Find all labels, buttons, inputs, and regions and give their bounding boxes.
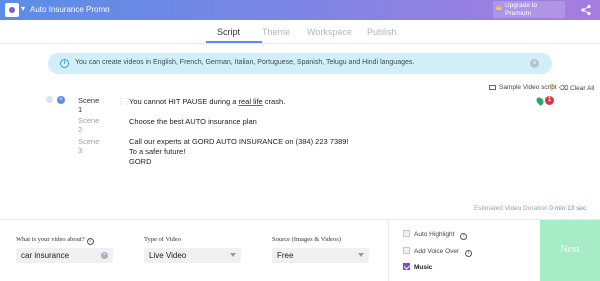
duration-label: Estimated Video Duration bbox=[474, 205, 548, 212]
source-select[interactable]: Free bbox=[272, 248, 369, 263]
next-button[interactable]: Next bbox=[540, 220, 600, 281]
scene-3-line-1[interactable]: Call our experts at GORD AUTO INSURANCE … bbox=[129, 137, 509, 147]
voice-over-option[interactable]: Add Voice Over i bbox=[403, 247, 473, 257]
video-about-label: What is your video about? i bbox=[16, 236, 94, 245]
clear-all-label: Clear All bbox=[570, 85, 595, 92]
chevron-down-icon bbox=[230, 253, 236, 257]
auto-highlight-option[interactable]: Auto Highlight i bbox=[403, 230, 468, 240]
music-checkbox[interactable] bbox=[403, 263, 410, 270]
scene-1-text[interactable]: You cannot HIT PAUSE during a real life … bbox=[129, 97, 509, 107]
sample-label: Sample Video script bbox=[499, 84, 557, 91]
upgrade-label-line2: Premium bbox=[505, 9, 532, 17]
app-logo-icon[interactable] bbox=[5, 3, 19, 17]
script-icon bbox=[489, 85, 496, 90]
top-bar: ▾ Auto Insurance Promo Upgrade to Premiu… bbox=[0, 0, 600, 20]
chevron-down-icon[interactable]: ▾ bbox=[21, 4, 25, 13]
scene-item-3[interactable]: Scene 3 bbox=[78, 137, 99, 155]
video-duration: Estimated Video Duration 0 min 13 sec bbox=[474, 205, 586, 212]
help-icon[interactable]: i bbox=[465, 250, 473, 257]
divider bbox=[0, 43, 600, 44]
scene-2-text[interactable]: Choose the best AUTO insurance plan bbox=[129, 117, 509, 127]
info-icon: i bbox=[60, 59, 69, 68]
clear-all-button[interactable]: ⌫ Clear All bbox=[559, 84, 594, 92]
location-pin-icon[interactable] bbox=[535, 96, 545, 106]
tab-script[interactable]: Script bbox=[217, 27, 240, 37]
scene-toggle-icon[interactable] bbox=[46, 96, 53, 103]
voice-over-checkbox[interactable] bbox=[403, 247, 410, 254]
crown-icon bbox=[496, 5, 502, 10]
close-icon[interactable]: × bbox=[530, 59, 539, 68]
upgrade-label-line1: Upgrade to bbox=[505, 2, 538, 9]
options-panel: Auto Highlight i Add Voice Over i Music bbox=[388, 220, 540, 281]
help-icon[interactable]: i bbox=[86, 238, 94, 245]
script-editor[interactable]: You cannot HIT PAUSE during a real life … bbox=[129, 97, 509, 167]
scene-3-line-2[interactable]: To a safer future! bbox=[129, 147, 509, 157]
sample-video-script-button[interactable]: Sample Video script bbox=[489, 84, 557, 91]
chevron-down-icon bbox=[358, 253, 364, 257]
help-icon[interactable]: i bbox=[460, 233, 468, 240]
issues-badge[interactable]: 1 bbox=[545, 96, 554, 105]
notification-dot bbox=[551, 84, 554, 87]
video-type-select[interactable]: Live Video bbox=[144, 248, 241, 263]
auto-highlight-checkbox[interactable] bbox=[403, 230, 410, 237]
video-type-label: Type of Video bbox=[144, 236, 181, 243]
tab-theme[interactable]: Theme bbox=[262, 27, 290, 37]
bottom-panel: What is your video about? i car insurance… bbox=[0, 219, 600, 281]
clear-input-icon[interactable]: × bbox=[101, 252, 108, 259]
info-banner-text: You can create videos in English, French… bbox=[75, 59, 415, 66]
tab-workspace[interactable]: Workspace bbox=[307, 27, 352, 37]
broom-icon: ⌫ bbox=[559, 85, 569, 92]
info-banner: i You can create videos in English, Fren… bbox=[48, 53, 552, 74]
duration-value: 0 min 13 sec bbox=[549, 205, 587, 212]
spellcheck-highlight[interactable]: real life bbox=[239, 97, 263, 106]
tab-publish[interactable]: Publish bbox=[367, 27, 397, 37]
source-label: Source (Images & Videos) bbox=[272, 236, 341, 243]
scene-3-line-3[interactable]: GORD bbox=[129, 157, 509, 167]
scene-item-1[interactable]: Scene 1 bbox=[78, 96, 99, 114]
add-icon[interactable]: + bbox=[57, 96, 65, 104]
scene-item-2[interactable]: Scene 2 bbox=[78, 116, 99, 134]
music-option[interactable]: Music bbox=[403, 263, 432, 271]
upgrade-button[interactable]: Upgrade to Premium bbox=[493, 1, 565, 18]
share-icon[interactable] bbox=[580, 4, 592, 16]
video-about-input[interactable]: car insurance × bbox=[16, 248, 113, 263]
project-title[interactable]: Auto Insurance Promo bbox=[30, 5, 110, 14]
step-tabs: Script Theme Workspace Publish bbox=[0, 24, 600, 43]
